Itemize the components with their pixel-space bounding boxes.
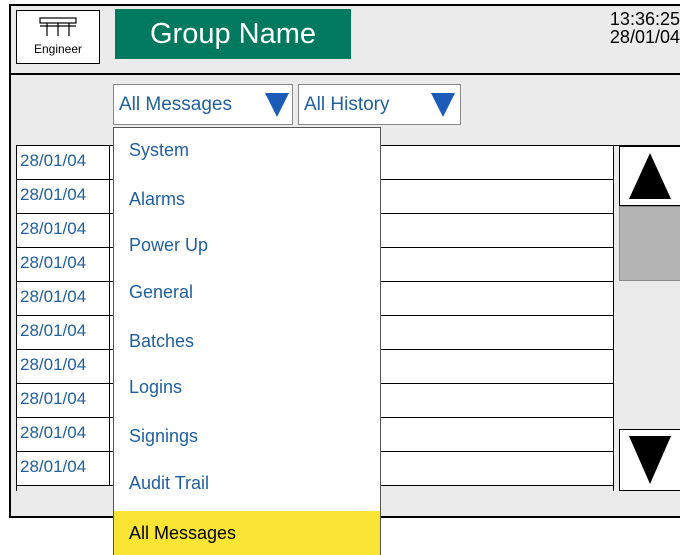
row-date: 28/01/04: [17, 418, 110, 451]
menu-item-logins[interactable]: Logins: [114, 363, 380, 410]
arrow-up-icon: [629, 153, 671, 199]
current-user-label: Engineer: [33, 42, 83, 56]
clock-time: 13:36:25: [609, 9, 680, 29]
scroll-thumb[interactable]: [619, 206, 680, 281]
menu-item-alarms[interactable]: Alarms: [114, 175, 380, 222]
login-button[interactable]: Engineer: [16, 10, 100, 64]
vertical-scrollbar[interactable]: [613, 145, 680, 491]
row-date: 28/01/04: [17, 282, 110, 315]
row-date: 28/01/04: [17, 214, 110, 247]
message-filter-menu: System Alarms Power Up General Batches L…: [113, 127, 381, 555]
message-filter-label: All Messages: [119, 94, 232, 115]
row-date: 28/01/04: [17, 146, 110, 179]
menu-item-general[interactable]: General: [114, 269, 380, 316]
menu-item-all-messages[interactable]: All Messages: [114, 511, 380, 555]
menu-item-power-up[interactable]: Power Up: [114, 222, 380, 269]
menu-item-system[interactable]: System: [114, 128, 380, 175]
row-date: 28/01/04: [17, 384, 110, 417]
row-date: 28/01/04: [17, 248, 110, 281]
history-filter-label: All History: [304, 94, 390, 115]
triangle-down-icon: [431, 93, 455, 117]
row-date: 28/01/04: [17, 350, 110, 383]
triangle-down-icon: [265, 93, 289, 117]
menu-item-signings[interactable]: Signings: [114, 410, 380, 457]
clock-date: 28/01/04: [609, 27, 680, 47]
scroll-up-button[interactable]: [619, 146, 680, 206]
row-date: 28/01/04: [17, 316, 110, 349]
menu-item-audit-trail[interactable]: Audit Trail: [114, 457, 380, 504]
login-key-icon: [39, 17, 77, 36]
history-filter-dropdown[interactable]: All History: [298, 84, 461, 125]
group-name-title[interactable]: Group Name: [115, 9, 351, 59]
row-date: 28/01/04: [17, 180, 110, 213]
header-divider: [9, 73, 680, 75]
clock: 13:36:25 28/01/04: [610, 10, 680, 46]
row-date: 28/01/04: [17, 452, 110, 485]
scroll-down-button[interactable]: [619, 429, 680, 491]
arrow-down-icon: [629, 436, 671, 484]
menu-item-batches[interactable]: Batches: [114, 316, 380, 363]
message-filter-dropdown[interactable]: All Messages: [113, 84, 293, 125]
